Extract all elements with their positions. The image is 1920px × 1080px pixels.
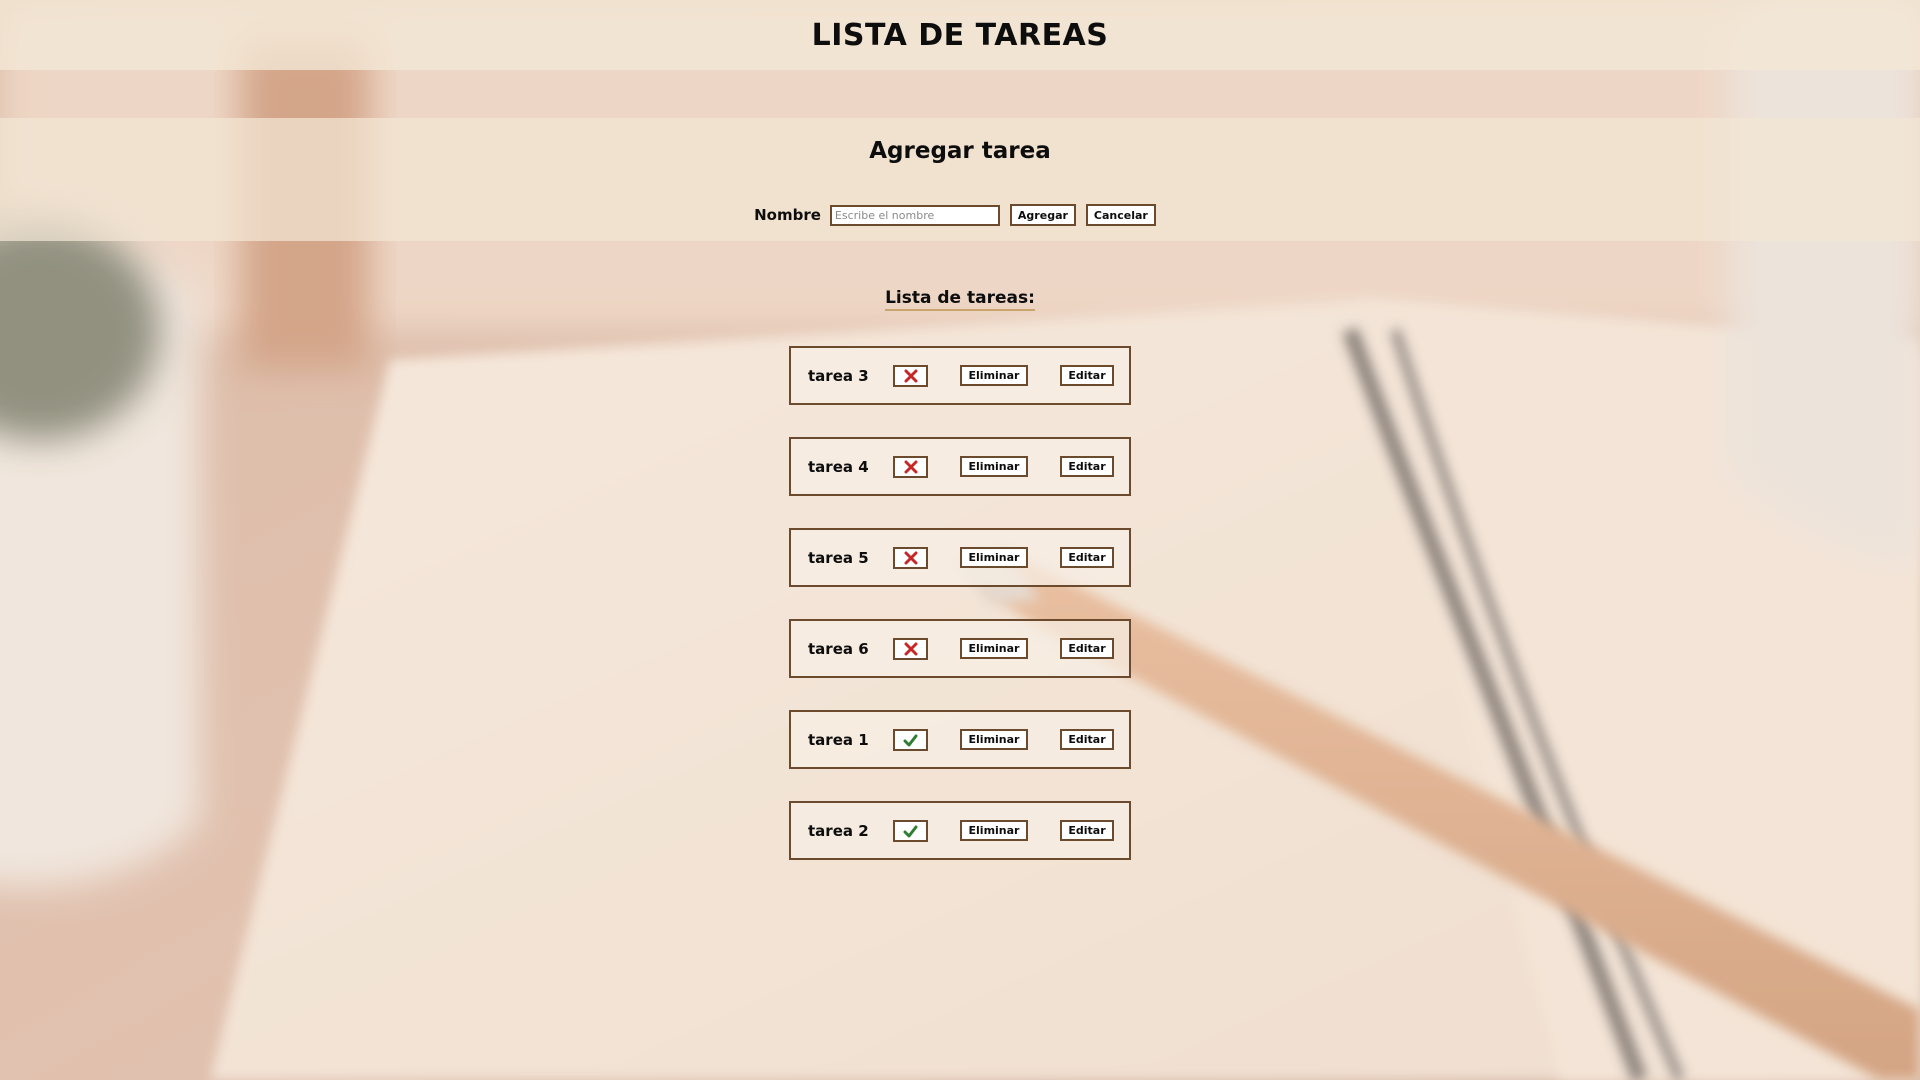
page-header: LISTA DE TAREAS xyxy=(0,0,1920,70)
task-status-toggle[interactable] xyxy=(893,638,928,660)
delete-button[interactable]: Eliminar xyxy=(960,820,1028,841)
task-status-toggle[interactable] xyxy=(893,820,928,842)
delete-button[interactable]: Eliminar xyxy=(960,729,1028,750)
task-item: tarea 1 Eliminar Editar xyxy=(789,710,1131,769)
task-status-toggle[interactable] xyxy=(893,456,928,478)
edit-button[interactable]: Editar xyxy=(1060,547,1114,568)
cancel-button[interactable]: Cancelar xyxy=(1085,204,1156,226)
add-task-panel: Agregar tarea Nombre Agregar Cancelar xyxy=(0,118,1920,241)
name-label: Nombre xyxy=(754,206,821,224)
edit-button[interactable]: Editar xyxy=(1060,365,1114,386)
task-name: tarea 4 xyxy=(808,457,869,476)
task-item: tarea 4 Eliminar Editar xyxy=(789,437,1131,496)
task-status-toggle[interactable] xyxy=(893,365,928,387)
task-status-toggle[interactable] xyxy=(893,729,928,751)
task-item: tarea 3 Eliminar Editar xyxy=(789,346,1131,405)
task-list-heading: Lista de tareas: xyxy=(885,288,1035,311)
green-check-icon xyxy=(903,734,918,746)
add-button[interactable]: Agregar xyxy=(1009,204,1076,226)
add-task-heading: Agregar tarea xyxy=(869,138,1051,164)
task-name: tarea 5 xyxy=(808,548,869,567)
edit-button[interactable]: Editar xyxy=(1060,729,1114,750)
edit-button[interactable]: Editar xyxy=(1060,456,1114,477)
task-name: tarea 1 xyxy=(808,730,869,749)
red-x-icon xyxy=(904,369,917,383)
red-x-icon xyxy=(904,460,917,474)
task-item: tarea 6 Eliminar Editar xyxy=(789,619,1131,678)
task-list-heading-wrap: Lista de tareas: xyxy=(0,288,1920,311)
delete-button[interactable]: Eliminar xyxy=(960,547,1028,568)
task-status-toggle[interactable] xyxy=(893,547,928,569)
task-name: tarea 3 xyxy=(808,366,869,385)
add-task-form: Nombre Agregar Cancelar xyxy=(0,202,1920,228)
edit-button[interactable]: Editar xyxy=(1060,820,1114,841)
red-x-icon xyxy=(904,642,917,656)
delete-button[interactable]: Eliminar xyxy=(960,638,1028,659)
task-item: tarea 2 Eliminar Editar xyxy=(789,801,1131,860)
task-name-input[interactable] xyxy=(829,204,1000,226)
red-x-icon xyxy=(904,551,917,565)
delete-button[interactable]: Eliminar xyxy=(960,365,1028,386)
task-list: tarea 3 Eliminar Editar tarea 4 Eliminar… xyxy=(789,346,1131,892)
task-item: tarea 5 Eliminar Editar xyxy=(789,528,1131,587)
edit-button[interactable]: Editar xyxy=(1060,638,1114,659)
green-check-icon xyxy=(903,825,918,837)
page-title: LISTA DE TAREAS xyxy=(811,17,1109,53)
task-name: tarea 6 xyxy=(808,639,869,658)
delete-button[interactable]: Eliminar xyxy=(960,456,1028,477)
task-name: tarea 2 xyxy=(808,821,869,840)
